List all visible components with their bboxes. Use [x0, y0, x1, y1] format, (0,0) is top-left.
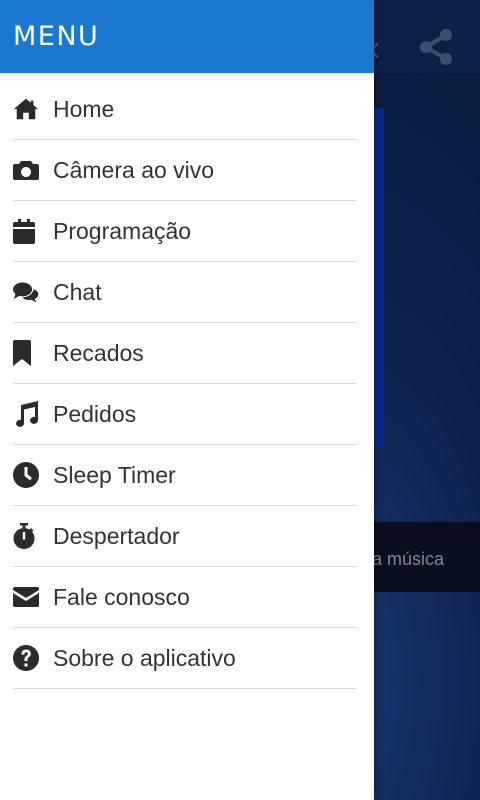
stopwatch-icon [13, 523, 39, 549]
menu-item-camera[interactable]: Câmera ao vivo [13, 140, 357, 201]
menu-list: Home Câmera ao vivo Programação Chat Rec… [0, 73, 374, 689]
navigation-drawer: MENU Home Câmera ao vivo Programação Cha… [0, 0, 374, 800]
share-icon [418, 28, 454, 66]
menu-item-fale-conosco[interactable]: Fale conosco [13, 567, 357, 628]
menu-item-programacao[interactable]: Programação [13, 201, 357, 262]
drawer-title: MENU [13, 21, 100, 52]
home-icon [13, 96, 39, 122]
drawer-header: MENU [0, 0, 374, 73]
envelope-icon [13, 584, 39, 610]
menu-item-label: Sleep Timer [53, 461, 176, 488]
menu-item-label: Fale conosco [53, 583, 190, 610]
menu-item-pedidos[interactable]: Pedidos [13, 384, 357, 445]
menu-item-chat[interactable]: Chat [13, 262, 357, 323]
menu-item-label: Home [53, 95, 115, 122]
menu-item-label: Programação [53, 217, 192, 244]
menu-item-label: Despertador [53, 522, 180, 549]
calendar-icon [13, 218, 39, 244]
menu-item-label: Chat [53, 278, 102, 305]
menu-item-label: Recados [53, 339, 144, 366]
now-playing-text: a música [372, 549, 445, 569]
camera-icon [13, 157, 39, 183]
music-note-icon [13, 401, 39, 427]
menu-item-label: Câmera ao vivo [53, 156, 215, 183]
menu-item-label: Pedidos [53, 400, 137, 427]
menu-item-sleep-timer[interactable]: Sleep Timer [13, 445, 357, 506]
menu-item-home[interactable]: Home [13, 79, 357, 140]
menu-item-sobre[interactable]: Sobre o aplicativo [13, 628, 357, 689]
question-circle-icon [13, 645, 39, 671]
menu-item-recados[interactable]: Recados [13, 323, 357, 384]
chat-icon [13, 279, 39, 305]
menu-item-label: Sobre o aplicativo [53, 644, 236, 671]
bookmark-icon [13, 340, 39, 366]
clock-icon [13, 462, 39, 488]
menu-item-despertador[interactable]: Despertador [13, 506, 357, 567]
